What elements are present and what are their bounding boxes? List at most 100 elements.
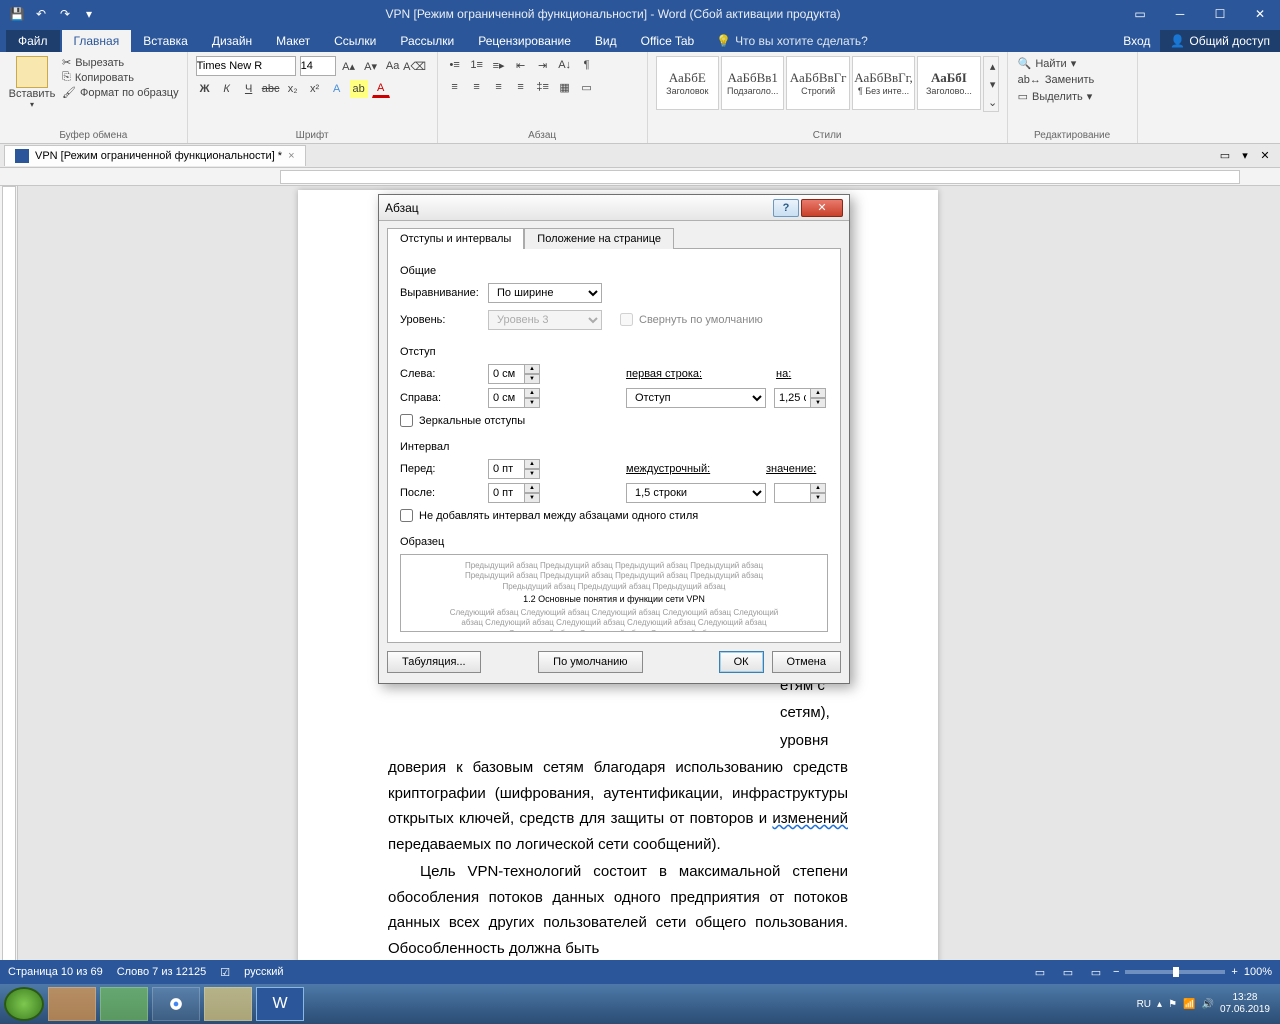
alignment-select[interactable]: По ширине (488, 283, 602, 303)
maximize-icon[interactable]: ☐ (1200, 0, 1240, 28)
tab-view[interactable]: Вид (583, 30, 629, 52)
style-item[interactable]: АаБбЕЗаголовок (656, 56, 719, 110)
tray-flag-icon[interactable]: ⚑ (1168, 999, 1177, 1010)
zoom-level[interactable]: 100% (1244, 966, 1272, 978)
tab-indents-spacing[interactable]: Отступы и интервалы (387, 228, 524, 249)
print-layout-icon[interactable]: ▭ (1057, 963, 1079, 981)
tab-office-tab[interactable]: Office Tab (629, 30, 707, 52)
justify-icon[interactable]: ≡ (512, 78, 530, 96)
ruler-horizontal[interactable] (0, 168, 1280, 186)
subscript-icon[interactable]: x₂ (284, 80, 302, 98)
font-name-combo[interactable] (196, 56, 296, 76)
set-default-button[interactable]: По умолчанию (538, 651, 642, 673)
strike-icon[interactable]: abc (262, 80, 280, 98)
style-item[interactable]: АаБбВвГг,¶ Без инте... (852, 56, 915, 110)
space-before-spinner[interactable]: ▲▼ (488, 459, 540, 479)
style-item[interactable]: АаБбВвГгСтрогий (786, 56, 849, 110)
text-effects-icon[interactable]: A (328, 80, 346, 98)
tabs-button[interactable]: Табуляция... (387, 651, 481, 673)
tab-tool-icon[interactable]: ▾ (1236, 147, 1254, 165)
paste-button[interactable]: Вставить ▾ (8, 56, 56, 109)
web-layout-icon[interactable]: ▭ (1085, 963, 1107, 981)
zoom-out-icon[interactable]: − (1113, 966, 1119, 978)
tab-review[interactable]: Рецензирование (466, 30, 583, 52)
help-button[interactable]: ? (773, 199, 799, 217)
font-size-combo[interactable] (300, 56, 336, 76)
tray-lang[interactable]: RU (1137, 999, 1151, 1010)
read-mode-icon[interactable]: ▭ (1029, 963, 1051, 981)
select-button[interactable]: ▭Выделить▾ (1016, 89, 1129, 104)
shading-icon[interactable]: ▦ (556, 78, 574, 96)
at-spinner[interactable]: ▲▼ (774, 483, 826, 503)
close-icon[interactable]: ✕ (1240, 0, 1280, 28)
cancel-button[interactable]: Отмена (772, 651, 841, 673)
save-icon[interactable]: 💾 (6, 3, 28, 25)
taskbar-explorer[interactable] (204, 987, 252, 1021)
mirror-indents-checkbox[interactable]: Зеркальные отступы (400, 414, 828, 427)
shrink-font-icon[interactable]: A▾ (362, 57, 380, 75)
format-painter-button[interactable]: 🖌Формат по образцу (62, 86, 179, 99)
align-left-icon[interactable]: ≡ (446, 78, 464, 96)
tab-insert[interactable]: Вставка (131, 30, 200, 52)
tell-me[interactable]: 💡Что вы хотите сделать? (706, 30, 878, 52)
close-tab-icon[interactable]: × (288, 150, 294, 162)
styles-down-icon[interactable]: ▾ (984, 75, 1002, 93)
style-item[interactable]: АаБбIЗаголово... (917, 56, 980, 110)
underline-icon[interactable]: Ч (240, 80, 258, 98)
sort-icon[interactable]: A↓ (556, 56, 574, 74)
dialog-close-button[interactable]: ✕ (801, 199, 843, 217)
no-space-same-style-checkbox[interactable]: Не добавлять интервал между абзацами одн… (400, 509, 828, 522)
start-button[interactable] (4, 987, 44, 1021)
sign-in-link[interactable]: Вход (1113, 30, 1160, 52)
tab-home[interactable]: Главная (62, 30, 132, 52)
highlight-icon[interactable]: ab (350, 80, 368, 98)
ruler-vertical[interactable] (0, 186, 18, 1000)
line-spacing-select[interactable]: 1,5 строки (626, 483, 766, 503)
ok-button[interactable]: ОК (719, 651, 764, 673)
spin-down-icon[interactable]: ▼ (524, 493, 540, 503)
spin-up-icon[interactable]: ▲ (810, 388, 826, 398)
spin-down-icon[interactable]: ▼ (810, 493, 826, 503)
qat-more-icon[interactable]: ▾ (78, 3, 100, 25)
tray-network-icon[interactable]: 📶 (1183, 999, 1195, 1010)
undo-icon[interactable]: ↶ (30, 3, 52, 25)
font-color-icon[interactable]: A (372, 80, 390, 98)
spin-down-icon[interactable]: ▼ (524, 398, 540, 408)
zoom-in-icon[interactable]: + (1231, 966, 1237, 978)
spin-up-icon[interactable]: ▲ (524, 388, 540, 398)
share-button[interactable]: 👤Общий доступ (1160, 30, 1280, 52)
tray-volume-icon[interactable]: 🔊 (1201, 999, 1213, 1010)
tab-mailings[interactable]: Рассылки (388, 30, 466, 52)
cut-button[interactable]: ✂Вырезать (62, 56, 179, 69)
style-item[interactable]: АаБбВв1Подзаголо... (721, 56, 784, 110)
italic-icon[interactable]: К (218, 80, 236, 98)
change-case-icon[interactable]: Aa (384, 57, 402, 75)
spin-up-icon[interactable]: ▲ (810, 483, 826, 493)
show-marks-icon[interactable]: ¶ (578, 56, 596, 74)
taskbar-word[interactable]: W (256, 987, 304, 1021)
tray-clock[interactable]: 13:28 07.06.2019 (1220, 992, 1270, 1016)
by-spinner[interactable]: ▲▼ (774, 388, 826, 408)
word-count[interactable]: Слово 7 из 12125 (117, 966, 207, 978)
clear-format-icon[interactable]: A⌫ (406, 57, 424, 75)
grow-font-icon[interactable]: A▴ (340, 57, 358, 75)
spin-up-icon[interactable]: ▲ (524, 483, 540, 493)
spell-check-icon[interactable]: ☑ (220, 966, 230, 979)
zoom-slider[interactable] (1125, 970, 1225, 974)
borders-icon[interactable]: ▭ (578, 78, 596, 96)
superscript-icon[interactable]: x² (306, 80, 324, 98)
space-after-spinner[interactable]: ▲▼ (488, 483, 540, 503)
bold-icon[interactable]: Ж (196, 80, 214, 98)
styles-more-icon[interactable]: ⌄ (984, 93, 1002, 111)
special-indent-select[interactable]: Отступ (626, 388, 766, 408)
spin-up-icon[interactable]: ▲ (524, 459, 540, 469)
tray-show-hidden-icon[interactable]: ▴ (1157, 999, 1162, 1010)
copy-button[interactable]: ⎘Копировать (62, 71, 179, 84)
taskbar-chrome[interactable] (152, 987, 200, 1021)
tab-tool-close-icon[interactable]: ✕ (1256, 147, 1274, 165)
numbering-icon[interactable]: 1≡ (468, 56, 486, 74)
replace-button[interactable]: ab↔Заменить (1016, 73, 1129, 87)
page-status[interactable]: Страница 10 из 69 (8, 966, 103, 978)
spin-up-icon[interactable]: ▲ (524, 364, 540, 374)
taskbar-app[interactable] (100, 987, 148, 1021)
